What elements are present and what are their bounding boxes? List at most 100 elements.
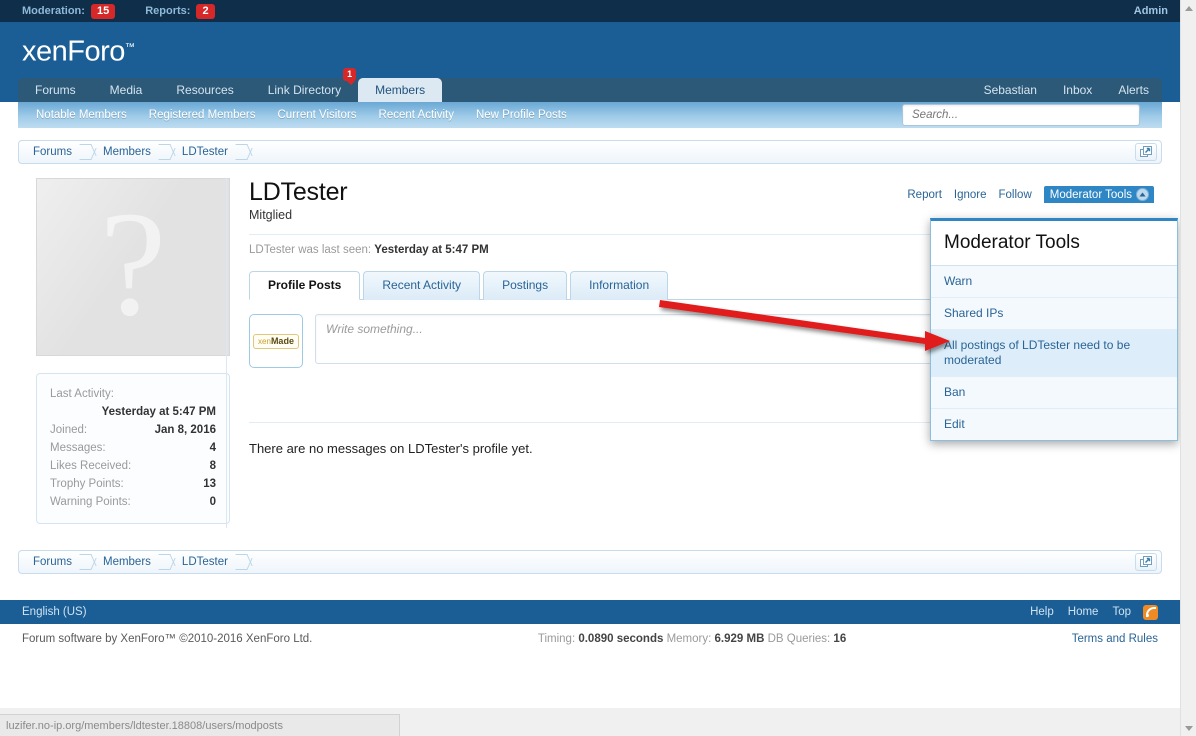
- admin-link[interactable]: Admin: [1134, 5, 1168, 17]
- nav-inbox[interactable]: Inbox: [1050, 78, 1105, 102]
- moderation-counter[interactable]: Moderation: 15: [22, 3, 116, 19]
- scroll-down-arrow-icon[interactable]: [1181, 720, 1196, 736]
- nav-alerts-label: Alerts: [1118, 83, 1149, 97]
- subnav-item-notable-members[interactable]: Notable Members: [36, 109, 127, 121]
- breadcrumb-item-ldtester[interactable]: LDTester: [174, 551, 232, 573]
- main-nav-tabs: Forums Media Resources Link Directory 1 …: [18, 68, 443, 102]
- breadcrumb-item-forums[interactable]: Forums: [25, 551, 76, 573]
- nav-tab-members-label: Members: [375, 83, 426, 97]
- reports-counter[interactable]: Reports: 2: [145, 3, 215, 19]
- nav-tab-media[interactable]: Media: [93, 78, 160, 102]
- breadcrumb-forums-label: Forums: [33, 146, 72, 158]
- link-directory-badge: 1: [343, 68, 357, 85]
- breadcrumb-item-forums[interactable]: Forums: [25, 141, 76, 163]
- stat-row-warning-points: Warning Points: 0: [50, 493, 216, 511]
- search-box[interactable]: [902, 104, 1140, 126]
- copyright-text: Forum software by XenForo™ ©2010-2016 Xe…: [22, 633, 313, 645]
- report-link[interactable]: Report: [907, 189, 942, 201]
- language-selector[interactable]: English (US): [22, 606, 87, 618]
- page-content: Moderation: 15 Reports: 2 Admin xenForo™…: [0, 0, 1180, 708]
- search-input[interactable]: [910, 108, 1132, 122]
- last-seen-prefix: LDTester was last seen:: [249, 244, 372, 256]
- site-logo[interactable]: xenForo™: [22, 35, 135, 69]
- performance-stats: Timing: 0.0890 seconds Memory: 6.929 MB …: [538, 633, 846, 645]
- nav-inbox-label: Inbox: [1062, 83, 1093, 97]
- rss-icon[interactable]: [1143, 604, 1158, 620]
- stat-key: Trophy Points:: [50, 478, 124, 490]
- site-logo-text: xenForo: [22, 35, 125, 68]
- main-nav-wrapper: Forums Media Resources Link Directory 1 …: [0, 68, 1180, 102]
- stat-key: Likes Received:: [50, 460, 132, 472]
- subnav-item-registered-members[interactable]: Registered Members: [149, 109, 256, 121]
- breadcrumb-members-label: Members: [102, 556, 151, 568]
- nav-tab-link-directory[interactable]: Link Directory 1: [251, 68, 358, 102]
- stat-row-joined: Joined: Jan 8, 2016: [50, 421, 216, 439]
- ignore-link[interactable]: Ignore: [954, 189, 987, 201]
- subnav-item-new-profile-posts[interactable]: New Profile Posts: [476, 109, 567, 121]
- breadcrumb-chevron-icon: [82, 141, 95, 163]
- vertical-scrollbar[interactable]: [1180, 0, 1196, 736]
- moderator-tools-dropdown: Moderator Tools Warn Shared IPs All post…: [930, 218, 1178, 441]
- moderator-tools-button[interactable]: Moderator Tools: [1043, 186, 1154, 203]
- nav-tab-members[interactable]: Members: [358, 78, 443, 102]
- status-bar: luzifer.no-ip.org/members/ldtester.18808…: [0, 714, 400, 736]
- stat-value: 0: [209, 496, 216, 508]
- tab-profile-posts-label: Profile Posts: [268, 278, 342, 292]
- nav-tab-forums[interactable]: Forums: [18, 78, 93, 102]
- tab-profile-posts[interactable]: Profile Posts: [249, 271, 361, 300]
- tab-information-label: Information: [589, 278, 650, 292]
- moderation-count-badge: 15: [90, 3, 116, 19]
- breadcrumb-item-ldtester[interactable]: LDTester: [174, 141, 232, 163]
- stat-row-trophy-points: Trophy Points: 13: [50, 475, 216, 493]
- terms-and-rules-link[interactable]: Terms and Rules: [1072, 633, 1158, 645]
- nav-tab-forums-label: Forums: [35, 83, 76, 97]
- moderator-menu-item-moderate-postings[interactable]: All postings of LDTester need to be mode…: [931, 330, 1177, 377]
- stat-value: Jan 8, 2016: [154, 424, 216, 436]
- breadcrumb-chevron-icon: [238, 551, 251, 573]
- moderator-menu-item-ban[interactable]: Ban: [931, 377, 1177, 409]
- composer-avatar: xenMade: [249, 314, 303, 368]
- breadcrumb-item-members[interactable]: Members: [95, 551, 155, 573]
- site-logo-tm: ™: [124, 41, 135, 53]
- breadcrumb-members-label: Members: [102, 146, 151, 158]
- nav-tab-link-directory-label: Link Directory: [267, 83, 342, 97]
- tab-information[interactable]: Information: [570, 271, 669, 300]
- moderator-tools-dropdown-title: Moderator Tools: [931, 221, 1177, 266]
- nav-tab-resources[interactable]: Resources: [159, 78, 250, 102]
- last-seen-value: Yesterday at 5:47 PM: [374, 244, 489, 256]
- reports-count-badge: 2: [196, 3, 215, 19]
- nav-alerts[interactable]: Alerts: [1105, 78, 1162, 102]
- subnav-item-current-visitors[interactable]: Current Visitors: [278, 109, 357, 121]
- nav-tab-media-label: Media: [109, 83, 143, 97]
- nav-user-sebastian[interactable]: Sebastian: [971, 78, 1050, 102]
- breadcrumb-ldtester-label: LDTester: [181, 556, 228, 568]
- footer-meta: Forum software by XenForo™ ©2010-2016 Xe…: [0, 624, 1180, 645]
- breadcrumb-top: Forums Members LDTester: [18, 140, 1162, 164]
- stat-value: 8: [209, 460, 216, 472]
- footer-help-link[interactable]: Help: [1030, 606, 1054, 618]
- footer-bar: English (US) Help Home Top: [0, 600, 1180, 624]
- moderator-menu-item-warn[interactable]: Warn: [931, 266, 1177, 298]
- avatar[interactable]: ?: [36, 178, 230, 356]
- breadcrumb-jump-icon[interactable]: [1135, 553, 1157, 571]
- footer-top-link[interactable]: Top: [1112, 606, 1131, 618]
- stat-value: 4: [209, 442, 216, 454]
- moderator-menu-item-edit[interactable]: Edit: [931, 409, 1177, 440]
- xenmade-logo-icon: xenMade: [253, 333, 299, 349]
- stat-key: Joined:: [50, 424, 88, 436]
- subnav-item-recent-activity[interactable]: Recent Activity: [379, 109, 454, 121]
- profile-sidebar: ? Last Activity: Yesterday at 5:47 PM Jo…: [18, 178, 230, 524]
- breadcrumb-bottom: Forums Members LDTester: [18, 550, 1162, 574]
- main-nav: Forums Media Resources Link Directory 1 …: [18, 68, 1162, 102]
- tab-postings[interactable]: Postings: [483, 271, 568, 300]
- footer-home-link[interactable]: Home: [1068, 606, 1099, 618]
- tab-recent-activity[interactable]: Recent Activity: [363, 271, 481, 300]
- breadcrumb-jump-icon[interactable]: [1135, 143, 1157, 161]
- breadcrumb-chevron-icon: [161, 551, 174, 573]
- breadcrumb-item-members[interactable]: Members: [95, 141, 155, 163]
- scroll-up-arrow-icon[interactable]: [1181, 0, 1196, 16]
- status-bar-url: luzifer.no-ip.org/members/ldtester.18808…: [6, 719, 283, 732]
- stat-key: Messages:: [50, 442, 106, 454]
- moderator-menu-item-shared-ips[interactable]: Shared IPs: [931, 298, 1177, 330]
- follow-link[interactable]: Follow: [999, 189, 1032, 201]
